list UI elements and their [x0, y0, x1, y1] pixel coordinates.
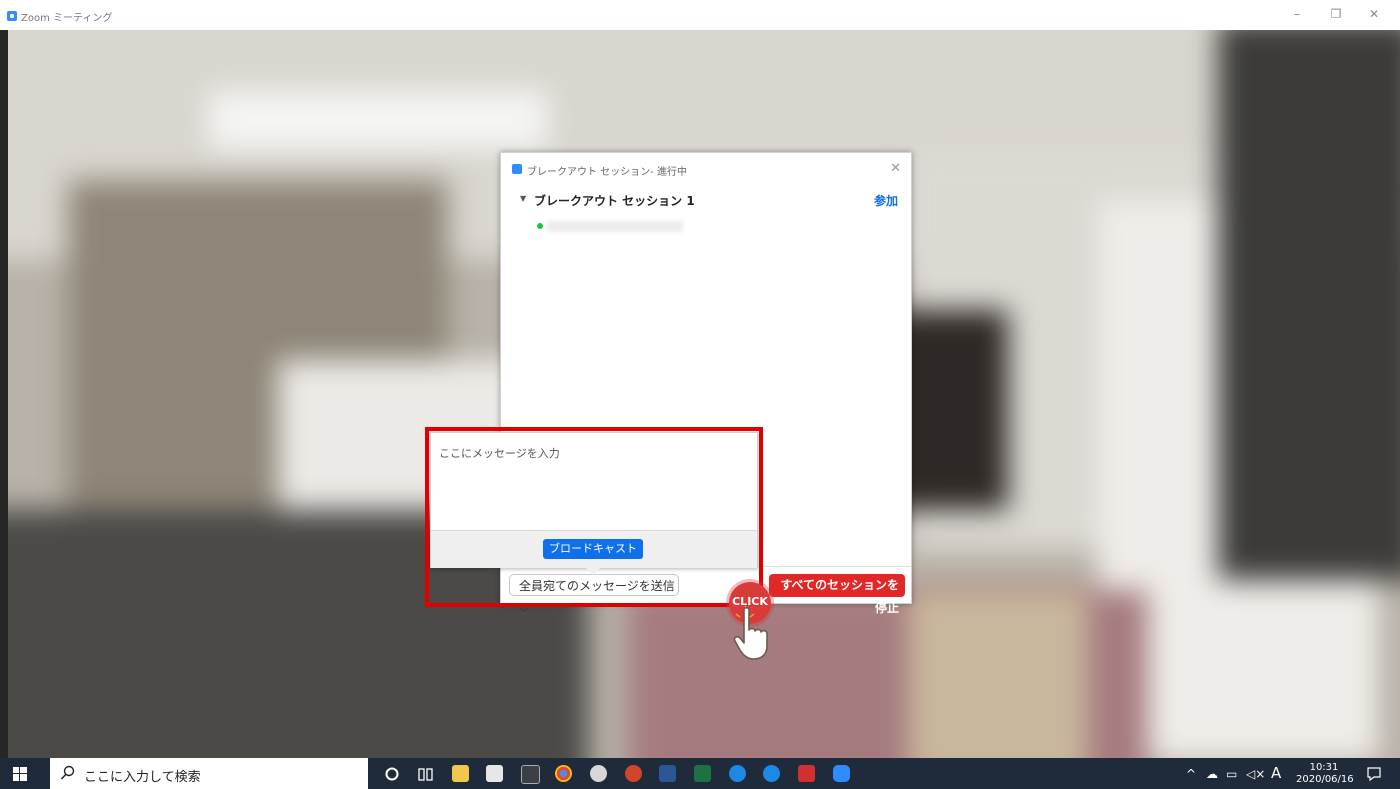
task-view-icon[interactable] [418, 766, 434, 782]
search-icon [60, 765, 75, 780]
media-player-icon[interactable] [521, 765, 540, 784]
acrobat-icon[interactable] [798, 765, 815, 782]
video-edge [0, 30, 8, 758]
chrome-icon[interactable] [555, 765, 572, 782]
window-title: Zoom ミーティング [21, 13, 113, 24]
windows-taskbar: ここに入力して検索 ^ ☁ ▭ ◁× A 10:31 2020/06/16 [0, 758, 1400, 789]
clock-time: 10:31 [1309, 762, 1339, 773]
window-titlebar: Zoom ミーティング – ❐ ✕ [0, 0, 1400, 30]
join-button[interactable]: 参加 [874, 192, 898, 209]
taskbar-search-box[interactable]: ここに入力して検索 [50, 758, 368, 789]
session-name: ブレークアウト セッション 1 [534, 194, 695, 208]
participant-row [531, 219, 731, 235]
notification-icon[interactable] [1366, 766, 1382, 782]
ime-indicator[interactable]: A [1271, 764, 1281, 782]
dialog-title: ブレークアウト セッション- 進行中 [527, 167, 687, 178]
paint-icon[interactable] [590, 765, 607, 782]
file-explorer-icon[interactable] [452, 765, 469, 782]
zoom-icon[interactable] [833, 765, 850, 782]
taskbar-clock[interactable]: 10:31 2020/06/16 [1296, 762, 1354, 786]
excel-icon[interactable] [694, 765, 711, 782]
network-icon[interactable]: ▭ [1226, 767, 1237, 781]
volume-icon[interactable]: ◁× [1246, 767, 1265, 781]
restore-button[interactable]: ❐ [1326, 7, 1346, 21]
close-icon[interactable]: ✕ [890, 161, 901, 176]
zoom-app-icon [7, 11, 17, 21]
word-icon[interactable] [659, 765, 676, 782]
participant-status-icon [537, 223, 543, 229]
powerpoint-icon[interactable] [625, 765, 642, 782]
windows-start-icon[interactable] [13, 767, 27, 781]
cortana-icon[interactable] [384, 766, 400, 782]
dialog-header: ブレークアウト セッション- 進行中 ✕ [501, 153, 911, 183]
photos-icon[interactable] [486, 765, 503, 782]
close-window-button[interactable]: ✕ [1364, 7, 1384, 21]
onedrive-icon[interactable]: ☁ [1206, 767, 1218, 781]
participant-name-blurred [547, 221, 683, 232]
clock-date: 2020/06/16 [1296, 774, 1354, 785]
ie-icon[interactable] [763, 765, 780, 782]
session-row[interactable]: ▼ ブレークアウト セッション 1 参加 [501, 191, 911, 211]
hand-pointer-icon [733, 606, 768, 660]
caret-icon[interactable]: ▼ [520, 194, 526, 203]
stop-all-sessions-button[interactable]: すべてのセッションを停止 [769, 574, 905, 615]
zoom-dialog-icon [512, 164, 522, 174]
minimize-button[interactable]: – [1287, 7, 1307, 21]
highlight-box [425, 427, 763, 607]
edge-icon[interactable] [729, 765, 746, 782]
search-placeholder: ここに入力して検索 [84, 770, 201, 785]
tray-chevron-icon[interactable]: ^ [1186, 767, 1196, 781]
